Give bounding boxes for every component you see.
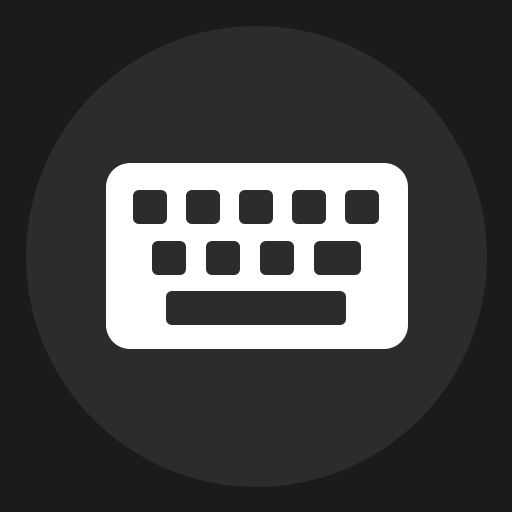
key [260, 241, 294, 275]
screen [0, 0, 512, 512]
keyboard-toggle-button[interactable] [26, 26, 487, 487]
key [133, 190, 167, 224]
key [206, 241, 240, 275]
key [292, 190, 326, 224]
key [345, 190, 379, 224]
space-bar-key [166, 291, 346, 325]
key [152, 241, 186, 275]
key [239, 190, 273, 224]
key [186, 190, 220, 224]
keyboard-icon [106, 163, 408, 349]
key [314, 241, 361, 275]
